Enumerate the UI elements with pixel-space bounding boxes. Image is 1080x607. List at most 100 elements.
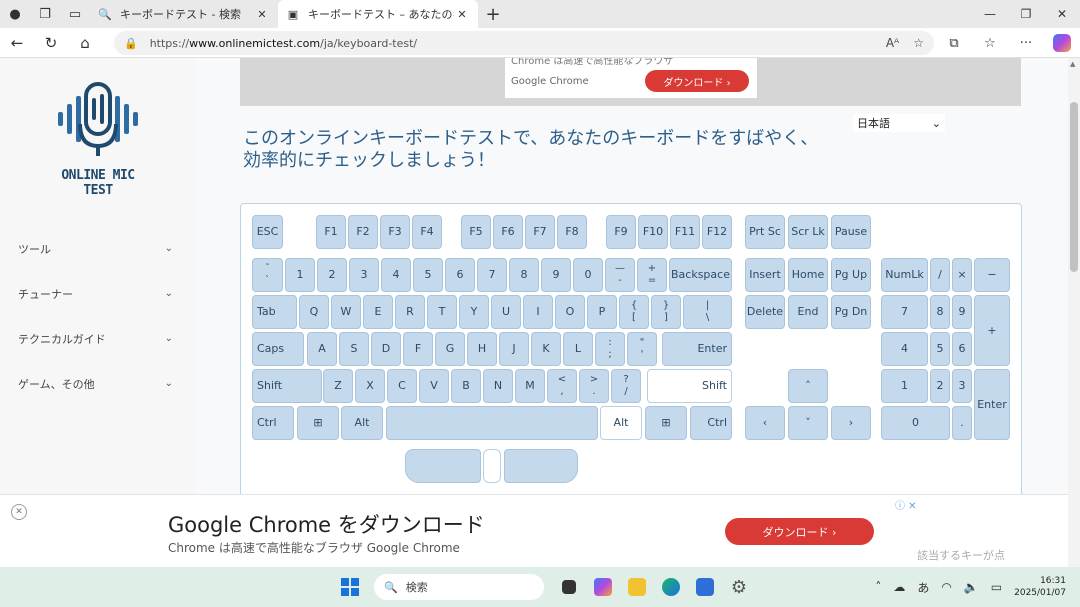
key-arrow-right[interactable]: › bbox=[831, 406, 871, 440]
key-alt-right[interactable]: Alt bbox=[600, 406, 642, 440]
key-num-0[interactable]: 0 bbox=[881, 406, 950, 440]
read-aloud-icon[interactable]: Aᴬ bbox=[886, 36, 899, 50]
key-space[interactable] bbox=[386, 406, 598, 440]
key-tab[interactable]: Tab bbox=[252, 295, 297, 329]
key-numlock[interactable]: NumLk bbox=[881, 258, 928, 292]
key-num-multiply[interactable]: × bbox=[952, 258, 972, 292]
key-bracket-open[interactable]: {[ bbox=[619, 295, 649, 329]
store-app[interactable] bbox=[690, 573, 720, 601]
key-b[interactable]: B bbox=[451, 369, 481, 403]
key-caps[interactable]: Caps bbox=[252, 332, 304, 366]
key-bracket-close[interactable]: }] bbox=[651, 295, 681, 329]
key-arrow-up[interactable]: ˄ bbox=[788, 369, 828, 403]
key-ctrl-right[interactable]: Ctrl bbox=[690, 406, 732, 440]
key-equals[interactable]: + = bbox=[637, 258, 667, 292]
key-comma[interactable]: <, bbox=[547, 369, 577, 403]
wifi-icon[interactable]: ◠ bbox=[941, 580, 951, 594]
chevron-up-icon[interactable]: ˄ bbox=[875, 580, 881, 594]
key-h[interactable]: H bbox=[467, 332, 497, 366]
key-n[interactable]: N bbox=[483, 369, 513, 403]
sidebar-item-games-other[interactable]: ゲーム、その他 ⌄ bbox=[0, 361, 195, 406]
extensions-icon[interactable]: ⧉ bbox=[936, 28, 972, 58]
sidebar-item-tuner[interactable]: チューナー ⌄ bbox=[0, 271, 195, 316]
key-print-screen[interactable]: Prt Sc bbox=[745, 215, 785, 249]
settings-app[interactable]: ⚙ bbox=[724, 573, 754, 601]
key-f1[interactable]: F1 bbox=[316, 215, 346, 249]
key-s[interactable]: S bbox=[339, 332, 369, 366]
scrollbar-thumb[interactable] bbox=[1070, 102, 1078, 272]
battery-icon[interactable]: ▭ bbox=[991, 580, 1002, 594]
back-button[interactable]: ← bbox=[0, 28, 34, 58]
copilot-app[interactable] bbox=[588, 573, 618, 601]
key-backspace[interactable]: Backspace bbox=[669, 258, 732, 292]
page-scrollbar[interactable]: ▲ bbox=[1068, 58, 1080, 567]
key-x[interactable]: X bbox=[355, 369, 385, 403]
key-r[interactable]: R bbox=[395, 295, 425, 329]
key-f8[interactable]: F8 bbox=[557, 215, 587, 249]
key-f10[interactable]: F10 bbox=[638, 215, 668, 249]
refresh-button[interactable]: ↻ bbox=[34, 28, 68, 58]
key-m[interactable]: M bbox=[515, 369, 545, 403]
key-f3[interactable]: F3 bbox=[380, 215, 410, 249]
key-v[interactable]: V bbox=[419, 369, 449, 403]
key-a[interactable]: A bbox=[307, 332, 337, 366]
key-minus[interactable]: — - bbox=[605, 258, 635, 292]
ime-indicator[interactable]: あ bbox=[917, 579, 929, 596]
key-2[interactable]: 2 bbox=[317, 258, 347, 292]
key-f5[interactable]: F5 bbox=[461, 215, 491, 249]
key-f12[interactable]: F12 bbox=[702, 215, 732, 249]
key-num-1[interactable]: 1 bbox=[881, 369, 928, 403]
key-shift-right[interactable]: Shift bbox=[647, 369, 732, 403]
key-num-6[interactable]: 6 bbox=[952, 332, 972, 366]
key-f4[interactable]: F4 bbox=[412, 215, 442, 249]
tab-close-icon[interactable]: ✕ bbox=[254, 8, 270, 21]
key-6[interactable]: 6 bbox=[445, 258, 475, 292]
key-f2[interactable]: F2 bbox=[348, 215, 378, 249]
file-explorer-app[interactable] bbox=[622, 573, 652, 601]
key-num-divide[interactable]: / bbox=[930, 258, 950, 292]
new-tab-button[interactable]: + bbox=[478, 0, 508, 28]
key-delete[interactable]: Delete bbox=[745, 295, 785, 329]
key-j[interactable]: J bbox=[499, 332, 529, 366]
key-l[interactable]: L bbox=[563, 332, 593, 366]
start-button[interactable] bbox=[336, 573, 364, 601]
key-scroll-lock[interactable]: Scr Lk bbox=[788, 215, 828, 249]
url-input[interactable]: 🔒 https://www.onlinemictest.com/ja/keybo… bbox=[114, 31, 934, 55]
key-e[interactable]: E bbox=[363, 295, 393, 329]
key-7[interactable]: 7 bbox=[477, 258, 507, 292]
key-shift-left[interactable]: Shift bbox=[252, 369, 322, 403]
sidebar-item-technical-guide[interactable]: テクニカルガイド ⌄ bbox=[0, 316, 195, 361]
key-c[interactable]: C bbox=[387, 369, 417, 403]
tab-actions-icon[interactable]: ▭ bbox=[60, 0, 90, 28]
key-alt-left[interactable]: Alt bbox=[341, 406, 383, 440]
workspaces-icon[interactable]: ❐ bbox=[30, 0, 60, 28]
sidebar-item-tools[interactable]: ツール ⌄ bbox=[0, 226, 195, 271]
key-i[interactable]: I bbox=[523, 295, 553, 329]
key-slash[interactable]: ? / bbox=[611, 369, 641, 403]
mouse-wheel[interactable] bbox=[483, 449, 501, 483]
ad-card[interactable]: Chrome は高速で高性能なブラウザ Google Chrome ダウンロード… bbox=[505, 58, 757, 98]
key-num-plus[interactable]: + bbox=[974, 295, 1010, 366]
key-insert[interactable]: Insert bbox=[745, 258, 785, 292]
key-f11[interactable]: F11 bbox=[670, 215, 700, 249]
key-d[interactable]: D bbox=[371, 332, 401, 366]
key-f6[interactable]: F6 bbox=[493, 215, 523, 249]
key-g[interactable]: G bbox=[435, 332, 465, 366]
key-period[interactable]: >. bbox=[579, 369, 609, 403]
key-end[interactable]: End bbox=[788, 295, 828, 329]
close-ad-icon[interactable]: ✕ bbox=[11, 504, 27, 520]
key-9[interactable]: 9 bbox=[541, 258, 571, 292]
favorite-star-icon[interactable]: ☆ bbox=[913, 36, 924, 50]
key-num-8[interactable]: 8 bbox=[930, 295, 950, 329]
key-o[interactable]: O bbox=[555, 295, 585, 329]
more-menu-icon[interactable]: ··· bbox=[1008, 28, 1044, 58]
key-u[interactable]: U bbox=[491, 295, 521, 329]
key-ctrl-left[interactable]: Ctrl bbox=[252, 406, 294, 440]
copilot-icon[interactable] bbox=[1044, 28, 1080, 58]
key-num-5[interactable]: 5 bbox=[930, 332, 950, 366]
key-quote[interactable]: " ' bbox=[627, 332, 657, 366]
cloud-icon[interactable]: ☁ bbox=[893, 580, 905, 594]
minimize-icon[interactable]: — bbox=[972, 0, 1008, 28]
scroll-up-icon[interactable]: ▲ bbox=[1070, 60, 1075, 68]
key-backslash[interactable]: | \ bbox=[683, 295, 732, 329]
